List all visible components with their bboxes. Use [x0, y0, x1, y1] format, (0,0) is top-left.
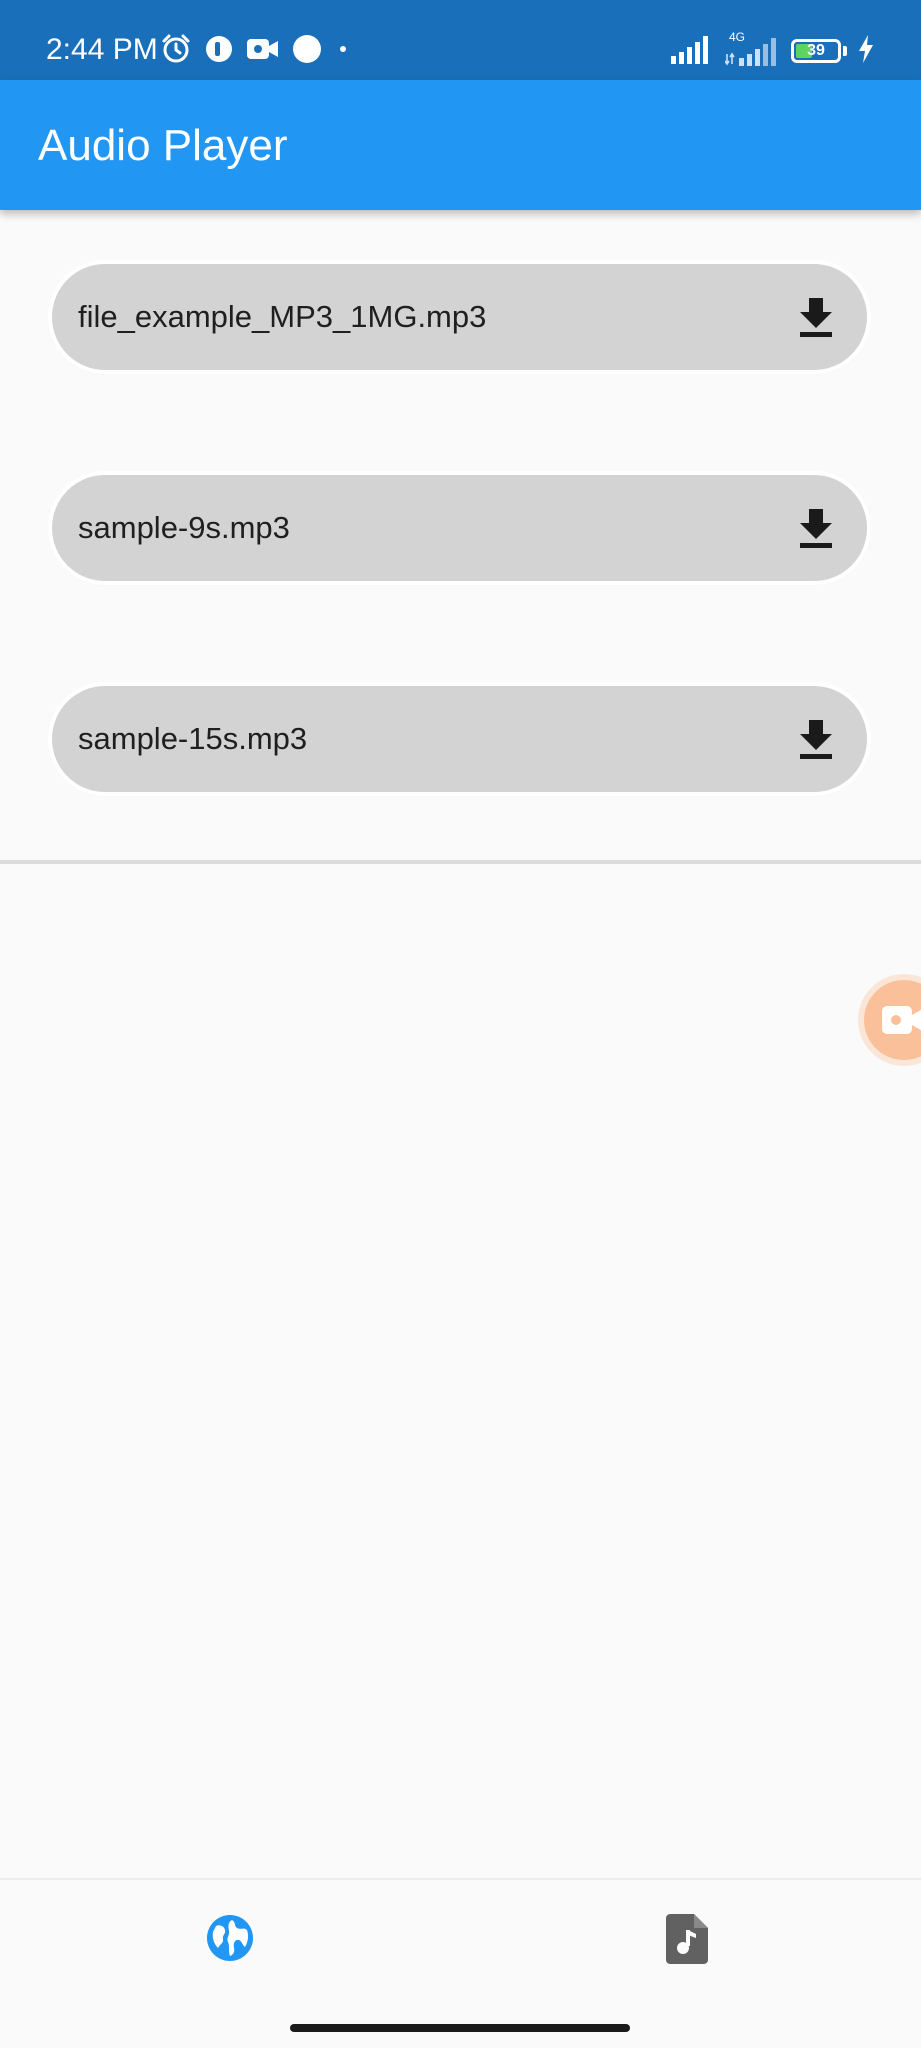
download-icon[interactable]: [791, 292, 841, 342]
app-bar: Audio Player: [0, 80, 921, 210]
charging-bolt-icon: [857, 34, 875, 68]
globe-icon: [207, 1915, 253, 1961]
list-divider: [0, 860, 921, 864]
audio-file-name: sample-15s.mp3: [78, 721, 308, 756]
video-camera-icon: [882, 1006, 921, 1034]
home-indicator[interactable]: [290, 2024, 630, 2032]
app-title: Audio Player: [38, 121, 288, 170]
status-right-icons: 4G 39: [671, 30, 875, 69]
nav-item-local-files[interactable]: [640, 1900, 740, 1990]
download-icon[interactable]: [791, 503, 841, 553]
alarm-icon: [160, 33, 192, 70]
bottom-navigation: [0, 1878, 921, 2008]
more-dot-icon: [334, 40, 352, 63]
battery-tip: [843, 46, 847, 56]
download-icon[interactable]: [791, 714, 841, 764]
nav-item-online[interactable]: [180, 1900, 280, 1990]
screen-record-icon: [246, 35, 280, 68]
audio-list-item[interactable]: file_example_MP3_1MG.mp3: [52, 264, 867, 370]
status-bar: 2:44 PM 4G 39: [0, 0, 921, 80]
status-left-icons: [160, 34, 352, 68]
audio-list-item[interactable]: sample-15s.mp3: [52, 686, 867, 792]
audio-file-name: file_example_MP3_1MG.mp3: [78, 299, 487, 334]
signal-4g-icon: 4G: [724, 30, 781, 66]
network-label: 4G: [729, 30, 746, 44]
status-time: 2:44 PM: [46, 33, 158, 66]
circle-notification-icon: [292, 34, 322, 69]
app-notification-icon: [204, 34, 234, 69]
battery-level: 39: [807, 42, 825, 59]
audio-list-item[interactable]: sample-9s.mp3: [52, 475, 867, 581]
audio-file-name: sample-9s.mp3: [78, 510, 290, 545]
audio-file-icon: [666, 1914, 708, 1964]
screen: 2:44 PM 4G 39 Audio Player file_example_…: [0, 0, 921, 2048]
battery-icon: 39: [791, 39, 841, 63]
screen-recorder-bubble[interactable]: [864, 980, 921, 1060]
signal-icon: [671, 34, 715, 69]
